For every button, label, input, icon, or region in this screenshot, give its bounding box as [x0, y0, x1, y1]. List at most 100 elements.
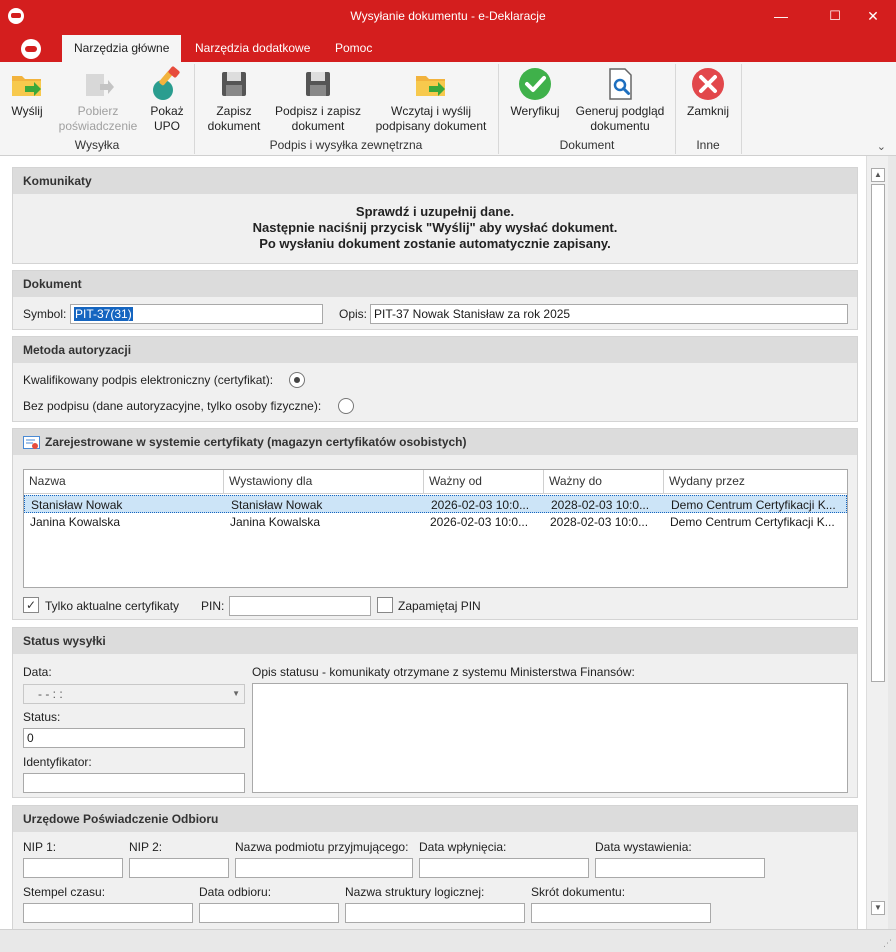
table-cell: 2026-02-03 10:0...: [430, 515, 529, 529]
column-wystawiony-dla[interactable]: Wystawiony dla: [224, 470, 424, 493]
dokument-panel: Dokument Symbol: PIT-37(31) Opis: PIT-37…: [12, 270, 858, 330]
pobierz-poswiadczenie-button[interactable]: Pobierz poświadczenie: [56, 66, 140, 134]
certificates-table[interactable]: Nazwa Wystawiony dla Ważny od Ważny do W…: [23, 469, 848, 588]
send-folder-icon: [9, 66, 45, 102]
data-wplyniecia-label: Data wpłynięcia:: [419, 840, 507, 854]
resize-grip-icon[interactable]: ⋰: [883, 938, 892, 949]
nip2-label: NIP 2:: [129, 840, 163, 854]
minimize-button[interactable]: —: [758, 0, 804, 32]
group-podpis: Podpis i wysyłka zewnętrzna: [269, 138, 423, 152]
table-row[interactable]: Janina Kowalska Janina Kowalska 2026-02-…: [24, 513, 847, 531]
nip2-field[interactable]: [129, 858, 229, 878]
komunikaty-panel: Komunikaty Sprawdź i uzupełnij dane. Nas…: [12, 167, 858, 264]
app-menu-icon: [21, 39, 41, 59]
data-wplyniecia-field[interactable]: [419, 858, 589, 878]
opis-label: Opis:: [339, 307, 368, 321]
column-wazny-do[interactable]: Ważny do: [544, 470, 664, 493]
certyfikaty-panel: Zarejestrowane w systemie certyfikaty (m…: [12, 428, 858, 620]
wczytaj-i-wyslij-button[interactable]: Wczytaj i wyślij podpisany dokument: [370, 66, 492, 134]
skrot-label: Skrót dokumentu:: [531, 885, 626, 899]
save-icon: [216, 66, 252, 102]
nazwa-podmiotu-field[interactable]: [235, 858, 413, 878]
ribbon-tab-bar: Narzędzia główne Narzędzia dodatkowe Pom…: [0, 32, 896, 62]
tylko-aktualne-checkbox[interactable]: ✓: [23, 597, 39, 613]
data-datetime-picker[interactable]: - - : : ▼: [23, 684, 245, 704]
scrollbar-thumb[interactable]: [871, 184, 885, 682]
table-cell: Demo Centrum Certyfikacji K...: [670, 515, 835, 529]
identyfikator-field[interactable]: [23, 773, 245, 793]
certificate-icon: [23, 434, 40, 449]
symbol-label: Symbol:: [23, 307, 67, 321]
table-cell: 2028-02-03 10:0...: [550, 515, 649, 529]
close-circle-icon: [690, 66, 726, 102]
pin-field[interactable]: [229, 596, 371, 616]
scroll-down-icon[interactable]: ▼: [871, 901, 885, 915]
certyfikaty-header: Zarejestrowane w systemie certyfikaty (m…: [13, 429, 857, 455]
title-bar: Wysyłanie dokumentu - e-Deklaracje — ☐ ✕: [0, 0, 896, 32]
generuj-podglad-button[interactable]: Generuj podgląd dokumentu: [570, 66, 670, 134]
wyslij-button[interactable]: Wyślij: [4, 66, 50, 119]
zapamietaj-pin-label: Zapamiętaj PIN: [398, 599, 481, 613]
metoda-autoryzacji-panel: Metoda autoryzacji Kwalifikowany podpis …: [12, 336, 858, 422]
load-send-folder-icon: [413, 66, 449, 102]
column-nazwa[interactable]: Nazwa: [24, 470, 224, 493]
radio-kwalifikowany-podpis[interactable]: [289, 372, 305, 388]
skrot-field[interactable]: [531, 903, 711, 923]
komunikaty-message: Sprawdź i uzupełnij dane. Następnie naci…: [252, 204, 618, 251]
column-wazny-od[interactable]: Ważny od: [424, 470, 544, 493]
status-field[interactable]: 0: [23, 728, 245, 748]
tab-pomoc[interactable]: Pomoc: [323, 35, 384, 62]
group-inne: Inne: [696, 138, 720, 152]
column-wydany-przez[interactable]: Wydany przez: [664, 470, 847, 493]
podpisz-i-zapisz-button[interactable]: Podpisz i zapisz dokument: [272, 66, 364, 134]
nazwa-struktury-label: Nazwa struktury logicznej:: [345, 885, 485, 899]
document-preview-icon: [602, 66, 638, 102]
table-cell: 2026-02-03 10:0...: [431, 498, 530, 512]
dokument-header: Dokument: [13, 271, 857, 297]
dropdown-arrow-icon: ▼: [232, 689, 240, 698]
chevron-down-icon[interactable]: ⌄: [877, 140, 886, 153]
close-window-button[interactable]: ✕: [850, 0, 896, 32]
pokaz-upo-button[interactable]: Pokaż UPO: [146, 66, 188, 134]
ribbon-separator: [675, 64, 676, 154]
group-wysylka: Wysyłka: [74, 138, 120, 152]
status-header: Status wysyłki: [13, 628, 857, 654]
status-label: Status:: [23, 710, 61, 724]
scroll-up-icon[interactable]: ▲: [871, 168, 885, 182]
upo-header: Urzędowe Poświadczenie Odbioru: [13, 806, 857, 832]
download-certificate-icon: [80, 66, 116, 102]
opis-statusu-field[interactable]: [252, 683, 848, 793]
group-dokument: Dokument: [559, 138, 615, 152]
table-cell: Janina Kowalska: [30, 515, 121, 529]
radio-bez-podpisu[interactable]: [338, 398, 354, 414]
table-row[interactable]: Stanisław Nowak Stanisław Nowak 2026-02-…: [24, 495, 847, 513]
stempel-label: Stempel czasu:: [23, 885, 106, 899]
data-odbioru-field[interactable]: [199, 903, 339, 923]
weryfikuj-button[interactable]: Weryfikuj: [504, 66, 566, 119]
vertical-scrollbar[interactable]: ▲ ▼: [866, 156, 888, 929]
stempel-field[interactable]: [23, 903, 193, 923]
data-wystawienia-field[interactable]: [595, 858, 765, 878]
nazwa-struktury-field[interactable]: [345, 903, 525, 923]
table-cell: Stanisław Nowak: [231, 498, 323, 512]
tab-narzedzia-glowne[interactable]: Narzędzia główne: [62, 35, 182, 62]
file-menu-button[interactable]: [18, 38, 44, 60]
metoda-option2-label: Bez podpisu (dane autoryzacyjne, tylko o…: [23, 399, 322, 413]
opis-field[interactable]: PIT-37 Nowak Stanisław za rok 2025: [370, 304, 848, 324]
ribbon: Wyślij Pobierz poświadczenie Pokaż UPO W…: [0, 62, 896, 156]
tab-narzedzia-dodatkowe[interactable]: Narzędzia dodatkowe: [183, 35, 322, 62]
symbol-field[interactable]: PIT-37(31): [70, 304, 323, 324]
zamknij-button[interactable]: Zamknij: [680, 66, 736, 119]
tylko-aktualne-label: Tylko aktualne certyfikaty: [45, 599, 180, 613]
main-content: Komunikaty Sprawdź i uzupełnij dane. Nas…: [0, 156, 866, 929]
data-odbioru-label: Data odbioru:: [199, 885, 272, 899]
ribbon-separator: [498, 64, 499, 154]
nip1-field[interactable]: [23, 858, 123, 878]
zapisz-dokument-button[interactable]: Zapisz dokument: [200, 66, 268, 134]
table-cell: Stanisław Nowak: [31, 498, 123, 512]
ribbon-separator: [194, 64, 195, 154]
zapamietaj-pin-checkbox[interactable]: [377, 597, 393, 613]
pin-label: PIN:: [201, 599, 225, 613]
opis-statusu-label: Opis statusu - komunikaty otrzymane z sy…: [252, 665, 635, 679]
nazwa-podmiotu-label: Nazwa podmiotu przyjmującego:: [235, 840, 409, 854]
